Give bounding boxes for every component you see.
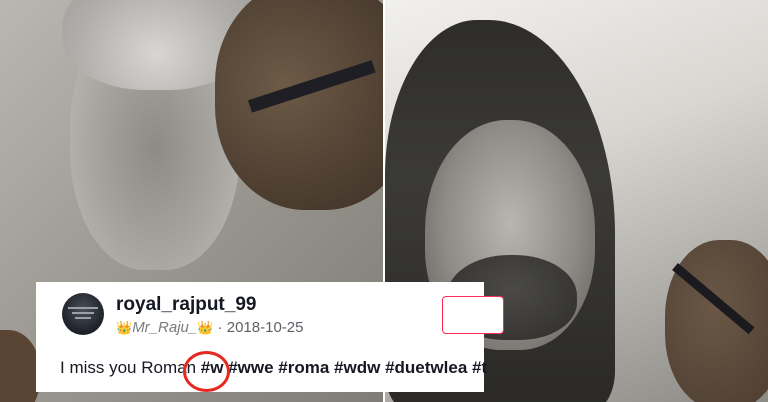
comment-meta: 👑Mr_Raju_👑 · 2018-10-25 [116,319,303,336]
hashtag-link[interactable]: #t [472,358,487,377]
comment-date: 2018-10-25 [226,319,304,336]
hashtag-link[interactable]: #wdw [334,358,380,377]
hashtag-link[interactable]: #wwe [228,358,273,377]
crown-icon: 👑 [197,320,214,335]
hashtag-link[interactable]: #duetwlea [385,358,467,377]
caption-text: I miss you Roman [60,358,201,377]
comment-card: royal_rajput_99 👑Mr_Raju_👑 · 2018-10-25 … [36,282,504,392]
drawing-hand [215,0,383,210]
comment-caption: I miss you Roman #w #wwe #roma #wdw #due… [60,358,487,378]
comment-username[interactable]: royal_rajput_99 [116,294,256,316]
hashtag-link[interactable]: #roma [278,358,329,377]
red-annotation-circle [183,351,230,392]
comment-handle[interactable]: Mr_Raju_ [132,319,197,336]
follow-button[interactable] [442,296,504,334]
profile-avatar-icon[interactable] [62,293,104,335]
bottom-hand [0,330,40,402]
avatar-graphic [68,307,98,321]
meta-separator: · [217,319,223,336]
crown-icon: 👑 [116,320,133,335]
